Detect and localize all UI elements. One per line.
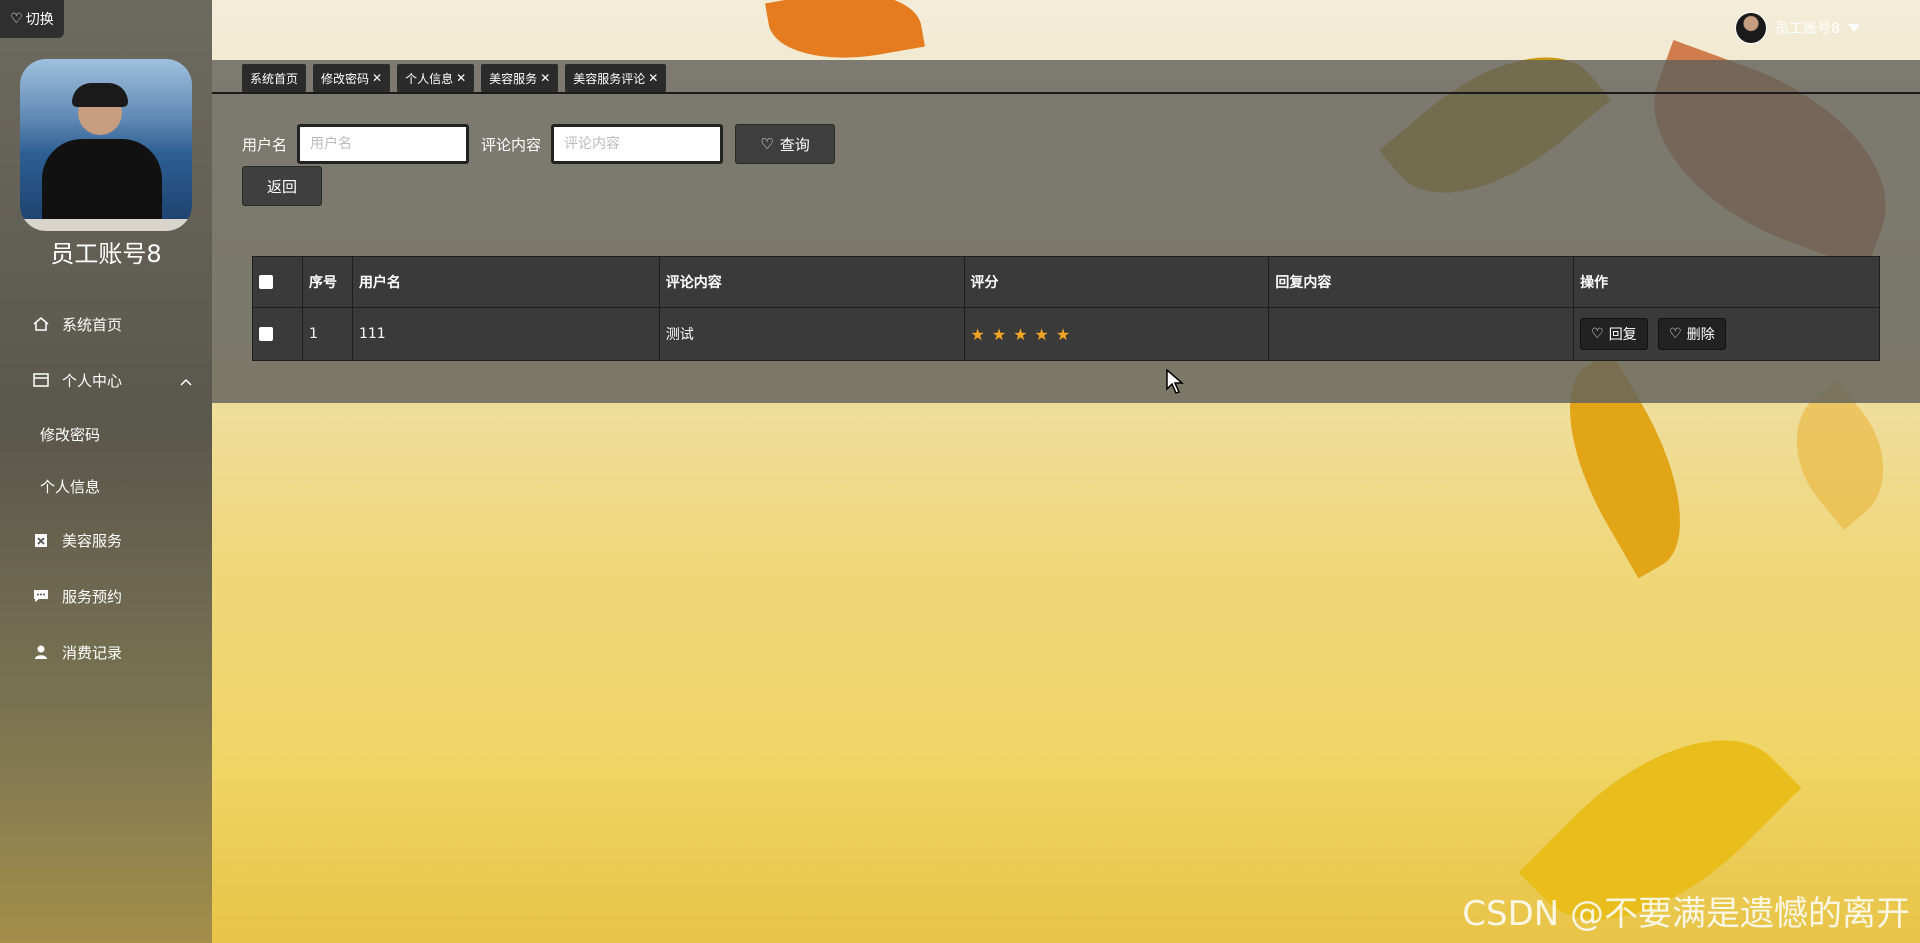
sidebar-item-label: 个人信息 (40, 477, 101, 496)
tab-label: 个人信息 (405, 71, 454, 86)
sidebar-item-label: 美容服务 (62, 531, 123, 550)
heart-icon: ♡ (1669, 326, 1682, 342)
reply-cell (1268, 307, 1575, 361)
actions-cell: ♡ 回复 ♡ 删除 (1573, 307, 1880, 361)
column-header: 用户名 (351, 256, 660, 308)
delete-label: 删除 (1686, 327, 1715, 343)
tab-divider (212, 92, 1920, 94)
back-label: 返回 (266, 177, 297, 196)
tab-home[interactable]: 系统首页 (242, 64, 307, 92)
select-all-cell (252, 256, 303, 308)
star-icon: ★ (1034, 324, 1056, 344)
comment-table: 序号 用户名 评论内容 评分 回复内容 操作 1 111 测试 ★★★★★ ♡ … (252, 256, 1880, 361)
sidebar-item-home[interactable]: 系统首页 (0, 296, 212, 352)
tab-label: 美容服务 (489, 71, 538, 86)
tab-label: 修改密码 (321, 71, 370, 86)
star-icon: ★ (970, 324, 992, 344)
column-header: 序号 (301, 256, 353, 308)
query-label: 查询 (779, 135, 810, 154)
tab-label: 美容服务评论 (573, 71, 646, 86)
clipboard-icon (32, 531, 50, 549)
caret-down-icon (1848, 24, 1860, 32)
switch-button[interactable]: ♡ 切换 (0, 0, 64, 38)
username-input[interactable] (297, 124, 470, 164)
sidebar-item-beauty-service[interactable]: 美容服务 (0, 512, 212, 568)
sidebar-item-label: 个人中心 (62, 371, 123, 390)
star-icon: ★ (1013, 324, 1035, 344)
sidebar-item-personal-info[interactable]: 个人信息 (0, 460, 212, 512)
switch-label: 切换 (25, 12, 54, 28)
user-dropdown[interactable]: 员工账号8 (1735, 12, 1860, 44)
comment-cell: 测试 (658, 307, 965, 361)
delete-button[interactable]: ♡ 删除 (1658, 318, 1726, 350)
row-select-cell (252, 307, 303, 361)
sidebar-item-label: 修改密码 (40, 425, 101, 444)
comment-input[interactable] (551, 124, 724, 164)
row-checkbox[interactable] (259, 327, 273, 341)
mouse-cursor-icon (1166, 368, 1185, 399)
avatar (1735, 12, 1768, 44)
close-icon[interactable]: ✕ (456, 71, 466, 85)
header-user-name: 员工账号8 (1775, 21, 1840, 37)
star-rating: ★★★★★ (971, 325, 1078, 344)
column-header: 评分 (963, 256, 1270, 308)
user-icon (32, 643, 50, 661)
sidebar-menu: 系统首页 个人中心 修改密码 个人信息 美容服务 服务预约 消费记录 (0, 296, 212, 680)
table-row: 1 111 测试 ★★★★★ ♡ 回复 ♡ 删除 (252, 307, 1880, 361)
sidebar-item-label: 服务预约 (62, 587, 123, 606)
panel-icon (32, 371, 50, 389)
tab-bar: 系统首页 修改密码 ✕ 个人信息 ✕ 美容服务 ✕ 美容服务评论 ✕ (242, 64, 667, 92)
index-cell: 1 (301, 307, 353, 361)
sidebar-item-label: 系统首页 (62, 315, 123, 334)
username-label: 用户名 (242, 135, 288, 154)
table-header-row: 序号 用户名 评论内容 评分 回复内容 操作 (252, 256, 1880, 308)
chat-icon (32, 587, 50, 605)
query-button[interactable]: ♡ 查询 (735, 124, 836, 164)
chevron-up-icon (180, 372, 192, 390)
sidebar-item-consumption-records[interactable]: 消费记录 (0, 624, 212, 680)
star-icon: ★ (1055, 324, 1078, 344)
close-icon[interactable]: ✕ (540, 71, 550, 85)
username-cell: 111 (351, 307, 660, 361)
column-header: 回复内容 (1268, 256, 1575, 308)
tab-beauty-service[interactable]: 美容服务 ✕ (481, 64, 559, 92)
sidebar-item-personal-center[interactable]: 个人中心 (0, 352, 212, 408)
comment-label: 评论内容 (481, 135, 542, 154)
column-header: 评论内容 (658, 256, 965, 308)
heart-icon: ♡ (1591, 326, 1604, 342)
sidebar: ♡ 切换 员工账号8 系统首页 个人中心 修改密码 个人信息 美容服务 服务预约… (0, 0, 212, 943)
home-icon (32, 315, 50, 333)
column-header: 操作 (1573, 256, 1880, 308)
reply-label: 回复 (1608, 327, 1637, 343)
tab-beauty-service-comment[interactable]: 美容服务评论 ✕ (565, 64, 667, 92)
heart-icon: ♡ (760, 135, 774, 153)
tab-change-password[interactable]: 修改密码 ✕ (313, 64, 391, 92)
rating-cell: ★★★★★ (963, 307, 1270, 361)
profile-name: 员工账号8 (50, 240, 162, 268)
select-all-checkbox[interactable] (259, 275, 273, 289)
heart-icon: ♡ (10, 11, 23, 27)
sidebar-item-label: 消费记录 (62, 643, 123, 662)
sidebar-item-change-password[interactable]: 修改密码 (0, 408, 212, 460)
reply-button[interactable]: ♡ 回复 (1580, 318, 1648, 350)
top-header: 员工账号8 (212, 0, 1920, 60)
tab-label: 系统首页 (250, 71, 299, 86)
close-icon[interactable]: ✕ (372, 71, 382, 85)
watermark: CSDN @不要满是遗憾的离开 (1462, 894, 1910, 934)
profile-avatar (20, 59, 192, 231)
sidebar-item-service-booking[interactable]: 服务预约 (0, 568, 212, 624)
star-icon: ★ (991, 324, 1014, 344)
back-button[interactable]: 返回 (242, 166, 322, 206)
tab-personal-info[interactable]: 个人信息 ✕ (397, 64, 475, 92)
main-panel: 系统首页 修改密码 ✕ 个人信息 ✕ 美容服务 ✕ 美容服务评论 ✕ 用户名 评… (212, 60, 1920, 403)
search-form: 用户名 评论内容 ♡ 查询 (242, 124, 836, 164)
close-icon[interactable]: ✕ (648, 71, 658, 85)
